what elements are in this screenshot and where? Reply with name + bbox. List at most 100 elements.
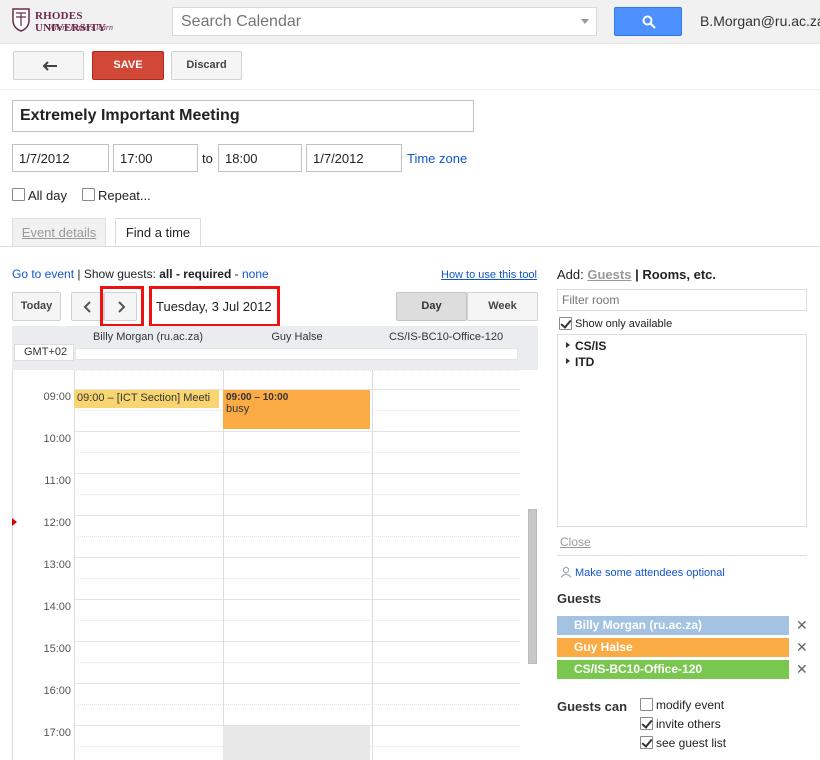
half-hour-line [74, 704, 520, 705]
hour-line [74, 515, 520, 516]
filter-dash: - [175, 267, 180, 281]
tab-divider [0, 246, 820, 247]
remove-guest-guy-halse-icon[interactable]: ✕ [796, 639, 808, 656]
add-label: Add: [557, 267, 584, 282]
remove-guest-billy-morgan-icon[interactable]: ✕ [796, 617, 808, 634]
column-divider [372, 370, 373, 760]
go-to-event-link[interactable]: Go to event [12, 267, 74, 281]
room-group-label: CS/IS [575, 339, 607, 353]
room-group-label: ITD [575, 355, 595, 369]
hour-line [74, 431, 520, 432]
half-hour-line [74, 662, 520, 663]
guest-chip-billy-morgan[interactable]: Billy Morgan (ru.ac.za) [557, 616, 789, 635]
hour-label: 16:00 [43, 685, 71, 697]
end-time-field[interactable] [218, 144, 302, 172]
add-divider: | [635, 267, 639, 282]
see-guest-list-checkbox[interactable] [640, 736, 653, 749]
panel-divider [557, 555, 807, 556]
modify-event-label: modify event [656, 698, 725, 712]
show-all-option[interactable]: all [159, 267, 172, 281]
guest-filter-row: Go to event | Show guests: all - require… [12, 267, 269, 281]
user-account[interactable]: B.Morgan@ru.ac.za [700, 13, 820, 29]
day-view-button[interactable]: Day [396, 292, 467, 321]
save-button[interactable]: SAVE [92, 51, 164, 80]
crest-icon [12, 8, 30, 32]
half-hour-line [74, 452, 520, 453]
today-button[interactable]: Today [12, 292, 61, 321]
half-hour-line [74, 578, 520, 579]
show-none-option[interactable]: none [242, 267, 269, 281]
invite-others-label: invite others [656, 717, 721, 731]
back-button[interactable] [13, 51, 84, 80]
grid-scrollbar-thumb[interactable] [528, 509, 537, 664]
all-day-label: All day [28, 188, 68, 203]
hour-label: 09:00 [43, 391, 71, 403]
current-time-marker [12, 518, 17, 526]
event-time: 09:00 – 10:00 [226, 392, 289, 403]
guest-chip-guy-halse[interactable]: Guy Halse [557, 638, 789, 657]
make-attendees-optional-link[interactable]: Make some attendees optional [575, 567, 725, 579]
timezone-link[interactable]: Time zone [407, 151, 467, 166]
hour-label: 17:00 [43, 727, 71, 739]
show-required-option[interactable]: required [183, 267, 231, 281]
event-title: 09:00 – [ICT Section] Meeti [77, 392, 211, 404]
search-options-dropdown-icon[interactable] [581, 19, 589, 24]
chevron-left-icon [83, 301, 91, 313]
tab-find-a-time[interactable]: Find a time [115, 218, 201, 247]
university-logo[interactable]: RHODES UNIVERSITY Where leaders learn [12, 6, 122, 36]
toolbar-divider [0, 89, 820, 90]
add-rooms-tab[interactable]: Rooms, etc. [642, 267, 716, 282]
repeat-label: Repeat... [98, 188, 151, 203]
remove-guest-room-icon[interactable]: ✕ [796, 661, 808, 678]
show-only-available-label: Show only available [575, 318, 673, 330]
guests-heading: Guests [557, 591, 602, 606]
event-title-input[interactable] [12, 100, 474, 132]
start-date-field[interactable] [12, 144, 109, 172]
hour-line [74, 599, 520, 600]
event-block-guy-halse[interactable]: 09:00 – 10:00 busy [223, 390, 370, 429]
modify-event-checkbox[interactable] [640, 698, 653, 711]
hour-line [74, 557, 520, 558]
proposed-time-slot[interactable] [223, 726, 370, 760]
column-header-guy-halse: Guy Halse [271, 331, 323, 343]
half-hour-line [74, 370, 520, 371]
search-button[interactable] [614, 7, 682, 36]
close-rooms-link[interactable]: Close [560, 535, 591, 549]
room-group-cs-is[interactable]: CS/IS [566, 339, 606, 353]
start-time-field[interactable] [113, 144, 198, 172]
half-hour-line [74, 494, 520, 495]
half-hour-line [74, 620, 520, 621]
hour-line [74, 683, 520, 684]
university-motto: Where leaders learn [48, 23, 114, 32]
hour-label: 10:00 [43, 433, 71, 445]
filter-dash-2: - [234, 267, 239, 281]
hour-line [74, 473, 520, 474]
event-block-billy-morgan[interactable]: 09:00 – [ICT Section] Meeti [74, 390, 219, 408]
invite-others-checkbox[interactable] [640, 717, 653, 730]
all-day-checkbox[interactable] [12, 188, 25, 201]
end-date-field[interactable] [306, 144, 402, 172]
back-arrow-icon [42, 61, 57, 71]
room-group-itd[interactable]: ITD [566, 355, 594, 369]
show-guests-label: Show guests: [83, 267, 156, 281]
week-view-button[interactable]: Week [467, 292, 538, 321]
search-input[interactable] [173, 8, 568, 35]
guest-chip-room[interactable]: CS/IS-BC10-Office-120 [557, 660, 789, 679]
all-day-strip[interactable] [75, 348, 518, 360]
room-list: CS/IS ITD [557, 334, 807, 527]
filter-room-input[interactable] [557, 289, 807, 311]
tab-event-details[interactable]: Event details [12, 218, 106, 246]
repeat-checkbox[interactable] [82, 188, 95, 201]
filter-separator: | [77, 267, 81, 281]
discard-button[interactable]: Discard [171, 51, 242, 80]
hour-label: 14:00 [43, 601, 71, 613]
hour-label: 15:00 [43, 643, 71, 655]
show-only-available-checkbox[interactable] [559, 317, 572, 330]
hour-label: 11:00 [44, 475, 71, 487]
to-label: to [202, 151, 213, 166]
column-divider [74, 370, 75, 760]
how-to-use-link[interactable]: How to use this tool [441, 269, 537, 281]
add-guests-tab[interactable]: Guests [587, 267, 631, 282]
column-header-billy-morgan: Billy Morgan (ru.ac.za) [92, 331, 204, 343]
person-icon [560, 566, 572, 578]
